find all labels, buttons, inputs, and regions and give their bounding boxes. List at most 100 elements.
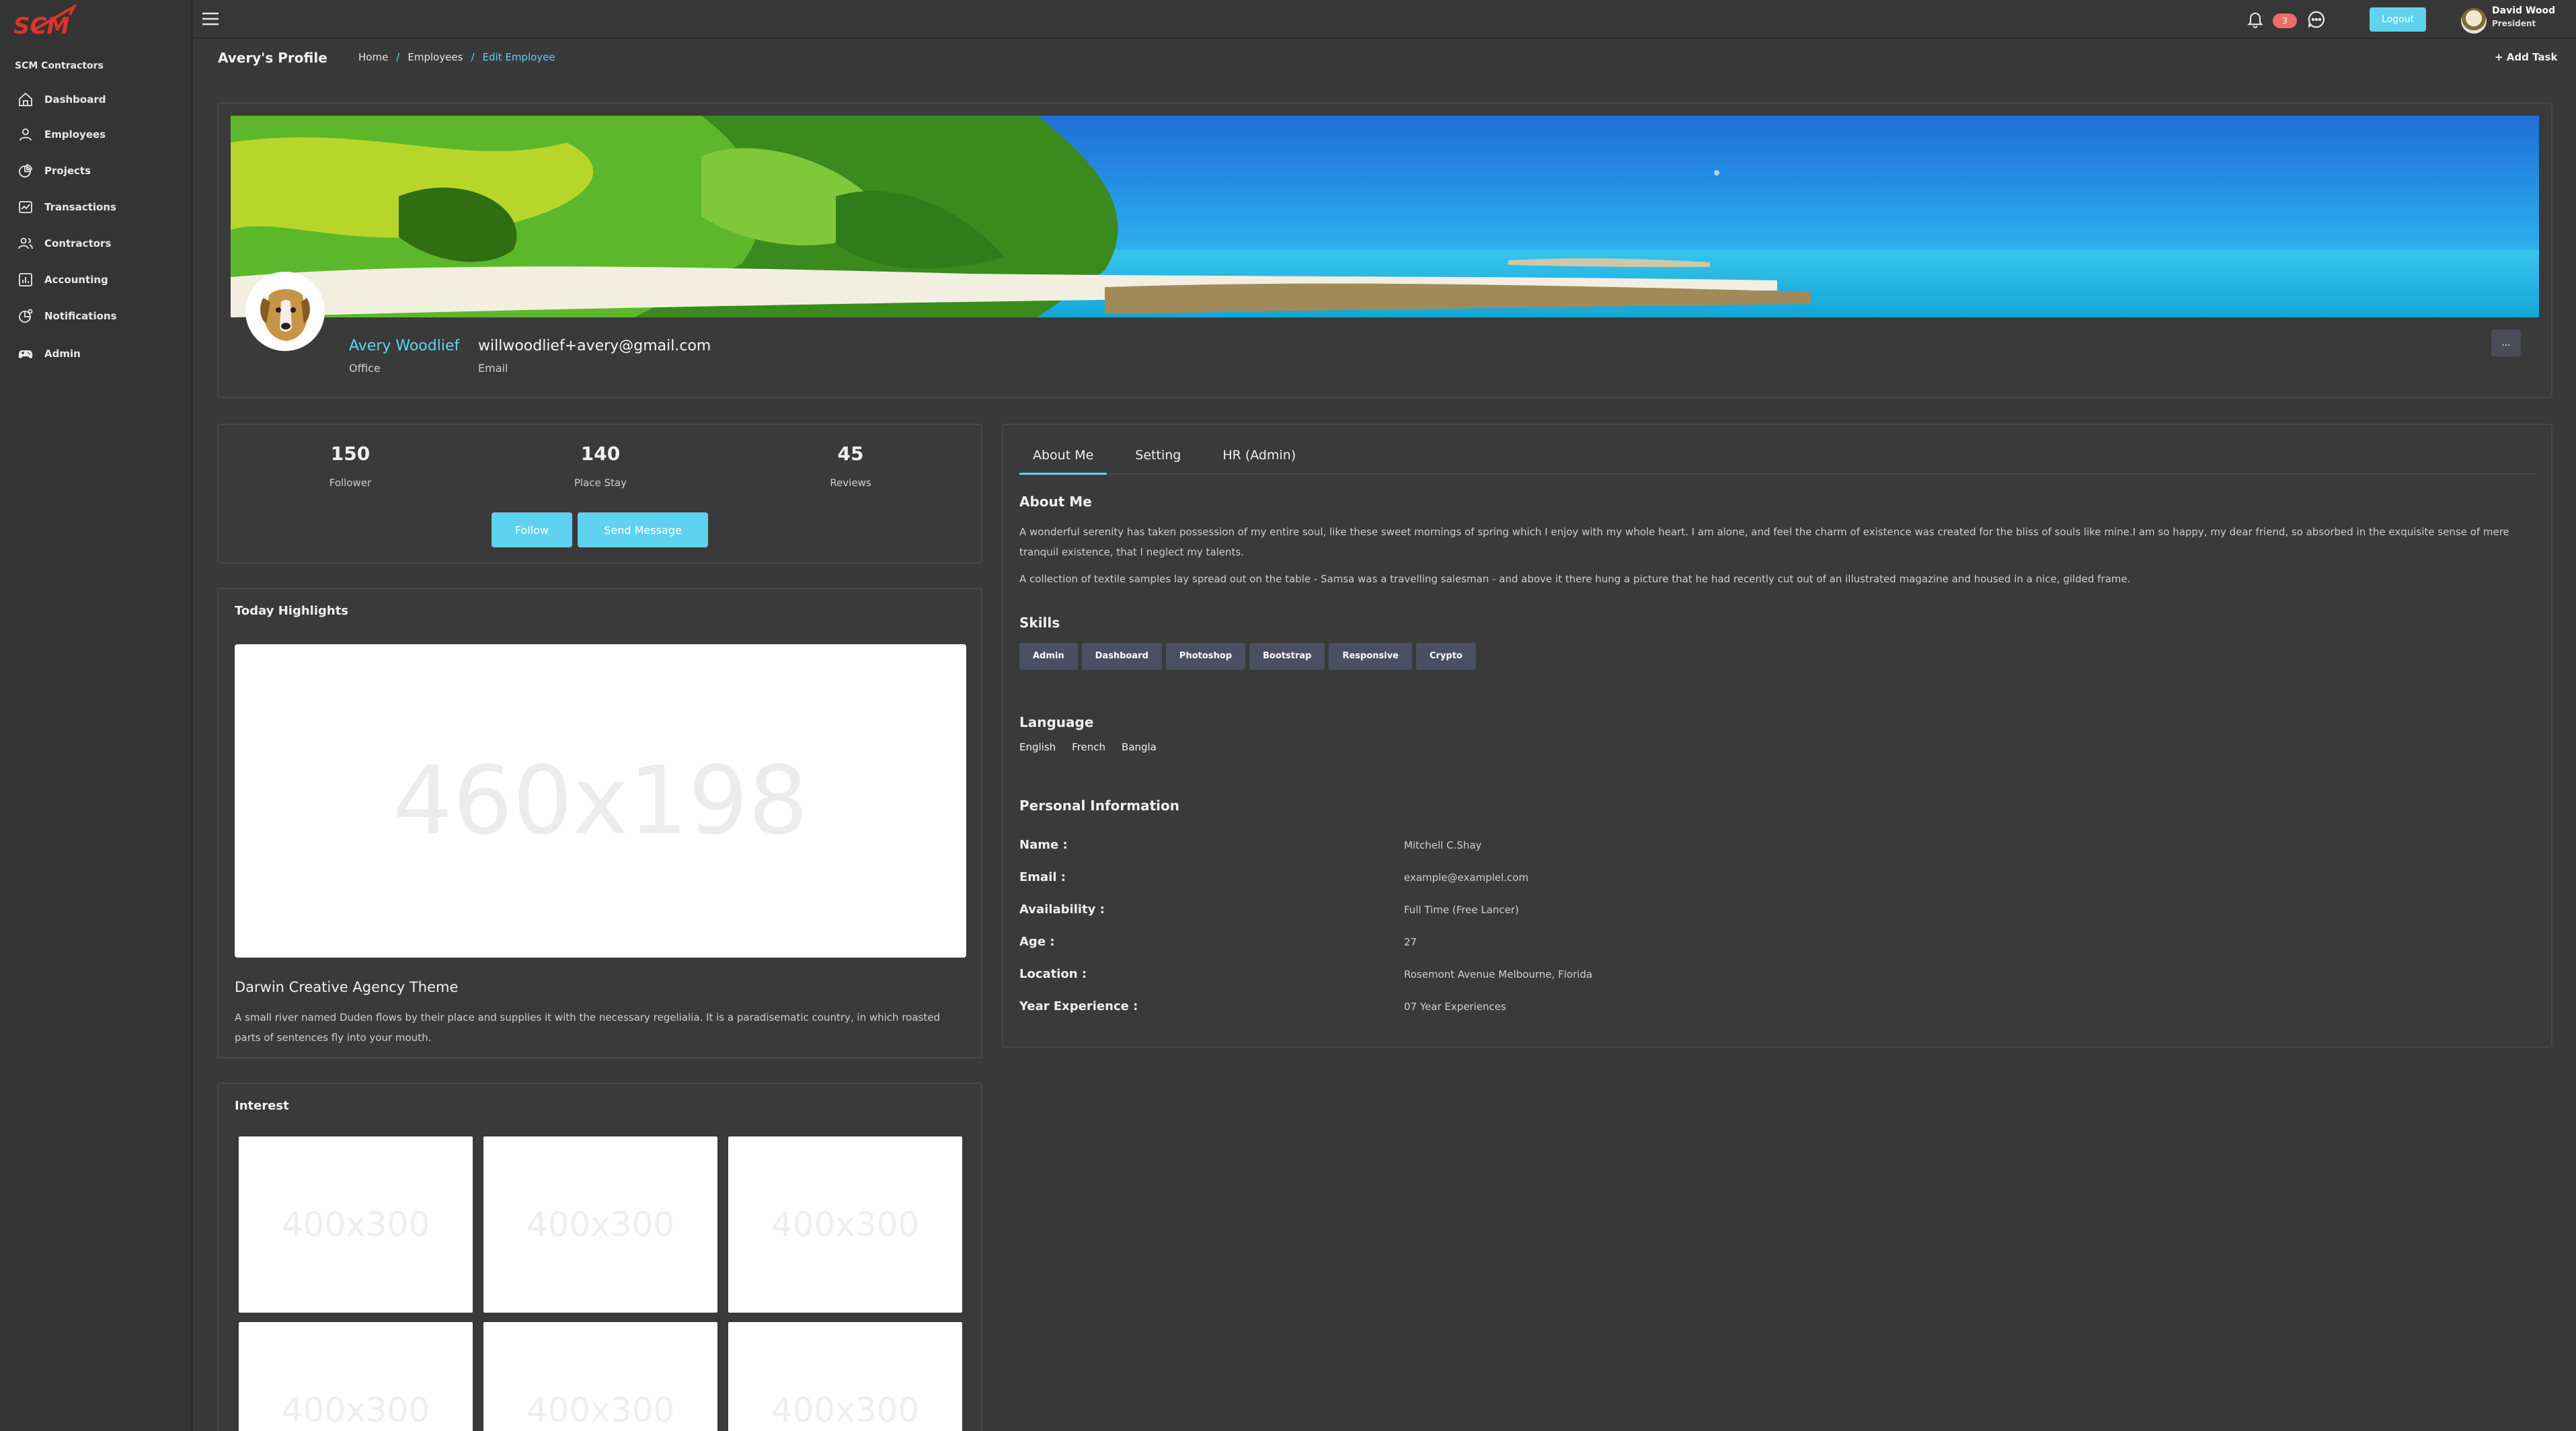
stat-label: Follower — [329, 477, 372, 489]
interest-image[interactable]: 400x300 — [483, 1322, 717, 1431]
user-avatar[interactable] — [2461, 8, 2487, 34]
sidebar-item-accounting[interactable]: Accounting — [17, 268, 179, 292]
stat-label: Place Stay — [574, 477, 627, 489]
stat-value: 45 — [837, 442, 864, 465]
cover-photo — [231, 116, 2539, 317]
follow-button[interactable]: Follow — [492, 512, 572, 547]
profile-avatar[interactable] — [245, 272, 325, 351]
notification-badge[interactable]: 3 — [2273, 13, 2297, 28]
about-title: About Me — [1019, 494, 1092, 510]
sidebar-item-contractors[interactable]: Contractors — [17, 231, 179, 256]
profile-tabs: About Me Setting HR (Admin) — [1019, 438, 2536, 475]
sidebar-item-label: Employees — [44, 128, 106, 141]
profile-email-caption: Email — [478, 362, 508, 375]
highlights-card: Today Highlights 460x198 Darwin Creative… — [217, 588, 982, 1058]
about-paragraph-1: A wonderful serenity has taken possessio… — [1019, 526, 2509, 558]
sidebar-item-label: Notifications — [44, 310, 117, 322]
stats-card: 150 Follower 140 Place Stay 45 Reviews F… — [217, 424, 982, 564]
interest-card: Interest 400x300 400x300 400x300 400x300… — [217, 1083, 982, 1431]
add-task-button[interactable]: + Add Task — [2495, 51, 2557, 63]
interest-image[interactable]: 400x300 — [239, 1322, 473, 1431]
sidebar-item-dashboard[interactable]: Dashboard — [17, 87, 179, 112]
notification-icon — [19, 309, 33, 323]
breadcrumb-home[interactable]: Home — [358, 51, 388, 63]
sidebar-item-transactions[interactable]: Transactions — [17, 195, 179, 219]
user-role: President — [2492, 19, 2536, 28]
more-options-button[interactable]: ... — [2491, 330, 2521, 356]
breadcrumb-separator: / — [396, 51, 400, 63]
logout-button[interactable]: Logout — [2370, 7, 2426, 32]
gamepad-icon — [18, 350, 33, 358]
skill-badge[interactable]: Bootstrap — [1249, 643, 1325, 670]
projects-icon — [19, 163, 33, 178]
interest-image[interactable]: 400x300 — [728, 1322, 962, 1431]
sidebar-item-label: Accounting — [44, 274, 108, 286]
dog-photo-icon — [249, 275, 321, 348]
sidebar-item-label: Admin — [44, 348, 81, 360]
sidebar-item-employees[interactable]: Employees — [17, 122, 179, 147]
language-item: French — [1072, 741, 1106, 753]
chart-icon — [19, 273, 32, 286]
sidebar-item-admin[interactable]: Admin — [17, 342, 179, 366]
skills-list: Admin Dashboard Photoshop Bootstrap Resp… — [1019, 643, 1476, 670]
highlight-post-title[interactable]: Darwin Creative Agency Theme — [235, 979, 458, 995]
profile-card: Avery Woodlief Office willwoodlief+avery… — [217, 102, 2552, 398]
profile-name-caption: Office — [349, 362, 381, 375]
skill-badge[interactable]: Photoshop — [1165, 643, 1246, 670]
transactions-icon — [19, 201, 32, 213]
bell-icon[interactable] — [2246, 9, 2265, 28]
breadcrumb: Home / Employees / Edit Employee — [358, 51, 555, 63]
tab-hr-admin[interactable]: HR (Admin) — [1209, 438, 1309, 475]
stat-label: Reviews — [830, 477, 871, 489]
company-name: SCM Contractors — [15, 61, 104, 71]
sidebar: SCM SCM Contractors Dashboard Employees … — [0, 0, 193, 1431]
info-value-availability: Full Time (Free Lancer) — [1404, 904, 1519, 916]
skill-badge[interactable]: Responsive — [1329, 643, 1412, 670]
language-title: Language — [1019, 714, 1094, 730]
sidebar-item-projects[interactable]: Projects — [17, 159, 179, 183]
profile-email: willwoodlief+avery@gmail.com — [478, 338, 711, 354]
info-label-email: Email : — [1019, 870, 1066, 884]
info-value-location: Rosemont Avenue Melbourne, Florida — [1404, 968, 1593, 980]
user-name[interactable]: David Wood — [2492, 5, 2555, 16]
sidebar-item-label: Contractors — [44, 237, 112, 249]
interest-image[interactable]: 400x300 — [239, 1136, 473, 1313]
highlight-post-description: A small river named Duden flows by their… — [235, 1011, 940, 1044]
stat-reviews: 45 Reviews — [783, 442, 918, 489]
skills-title: Skills — [1019, 615, 1060, 631]
interest-image[interactable]: 400x300 — [728, 1136, 962, 1313]
sidebar-item-label: Transactions — [44, 201, 116, 213]
info-label-location: Location : — [1019, 967, 1087, 981]
top-bar — [193, 0, 2576, 39]
info-label-experience: Year Experience : — [1019, 999, 1138, 1013]
hamburger-menu-icon[interactable] — [201, 11, 220, 27]
chat-icon[interactable] — [2306, 9, 2327, 30]
breadcrumb-separator: / — [471, 51, 475, 63]
skill-badge[interactable]: Dashboard — [1081, 643, 1162, 670]
highlight-image[interactable]: 460x198 — [235, 644, 966, 958]
tab-about-me[interactable]: About Me — [1019, 438, 1107, 475]
personal-info-title: Personal Information — [1019, 798, 1179, 814]
highlights-title: Today Highlights — [235, 604, 349, 618]
scm-logo[interactable]: SCM — [12, 4, 79, 40]
interest-image[interactable]: 400x300 — [483, 1136, 717, 1313]
about-card: About Me Setting HR (Admin) About Me A w… — [1002, 424, 2552, 1048]
page-title: Avery's Profile — [218, 50, 327, 66]
sidebar-item-notifications[interactable]: Notifications — [17, 304, 179, 328]
info-label-availability: Availability : — [1019, 902, 1105, 917]
language-item: Bangla — [1122, 741, 1157, 753]
language-item: English — [1019, 741, 1056, 753]
users-icon — [18, 237, 33, 249]
sidebar-item-label: Projects — [44, 165, 91, 177]
tab-setting[interactable]: Setting — [1122, 438, 1194, 475]
user-icon — [19, 128, 32, 141]
profile-name[interactable]: Avery Woodlief — [349, 338, 459, 354]
home-icon — [19, 92, 32, 106]
info-value-age: 27 — [1404, 936, 1417, 948]
stat-value: 140 — [580, 442, 621, 465]
breadcrumb-employees[interactable]: Employees — [407, 51, 463, 63]
skill-badge[interactable]: Crypto — [1416, 643, 1476, 670]
send-message-button[interactable]: Send Message — [578, 512, 708, 547]
skill-badge[interactable]: Admin — [1019, 643, 1078, 670]
stat-followers: 150 Follower — [283, 442, 418, 489]
